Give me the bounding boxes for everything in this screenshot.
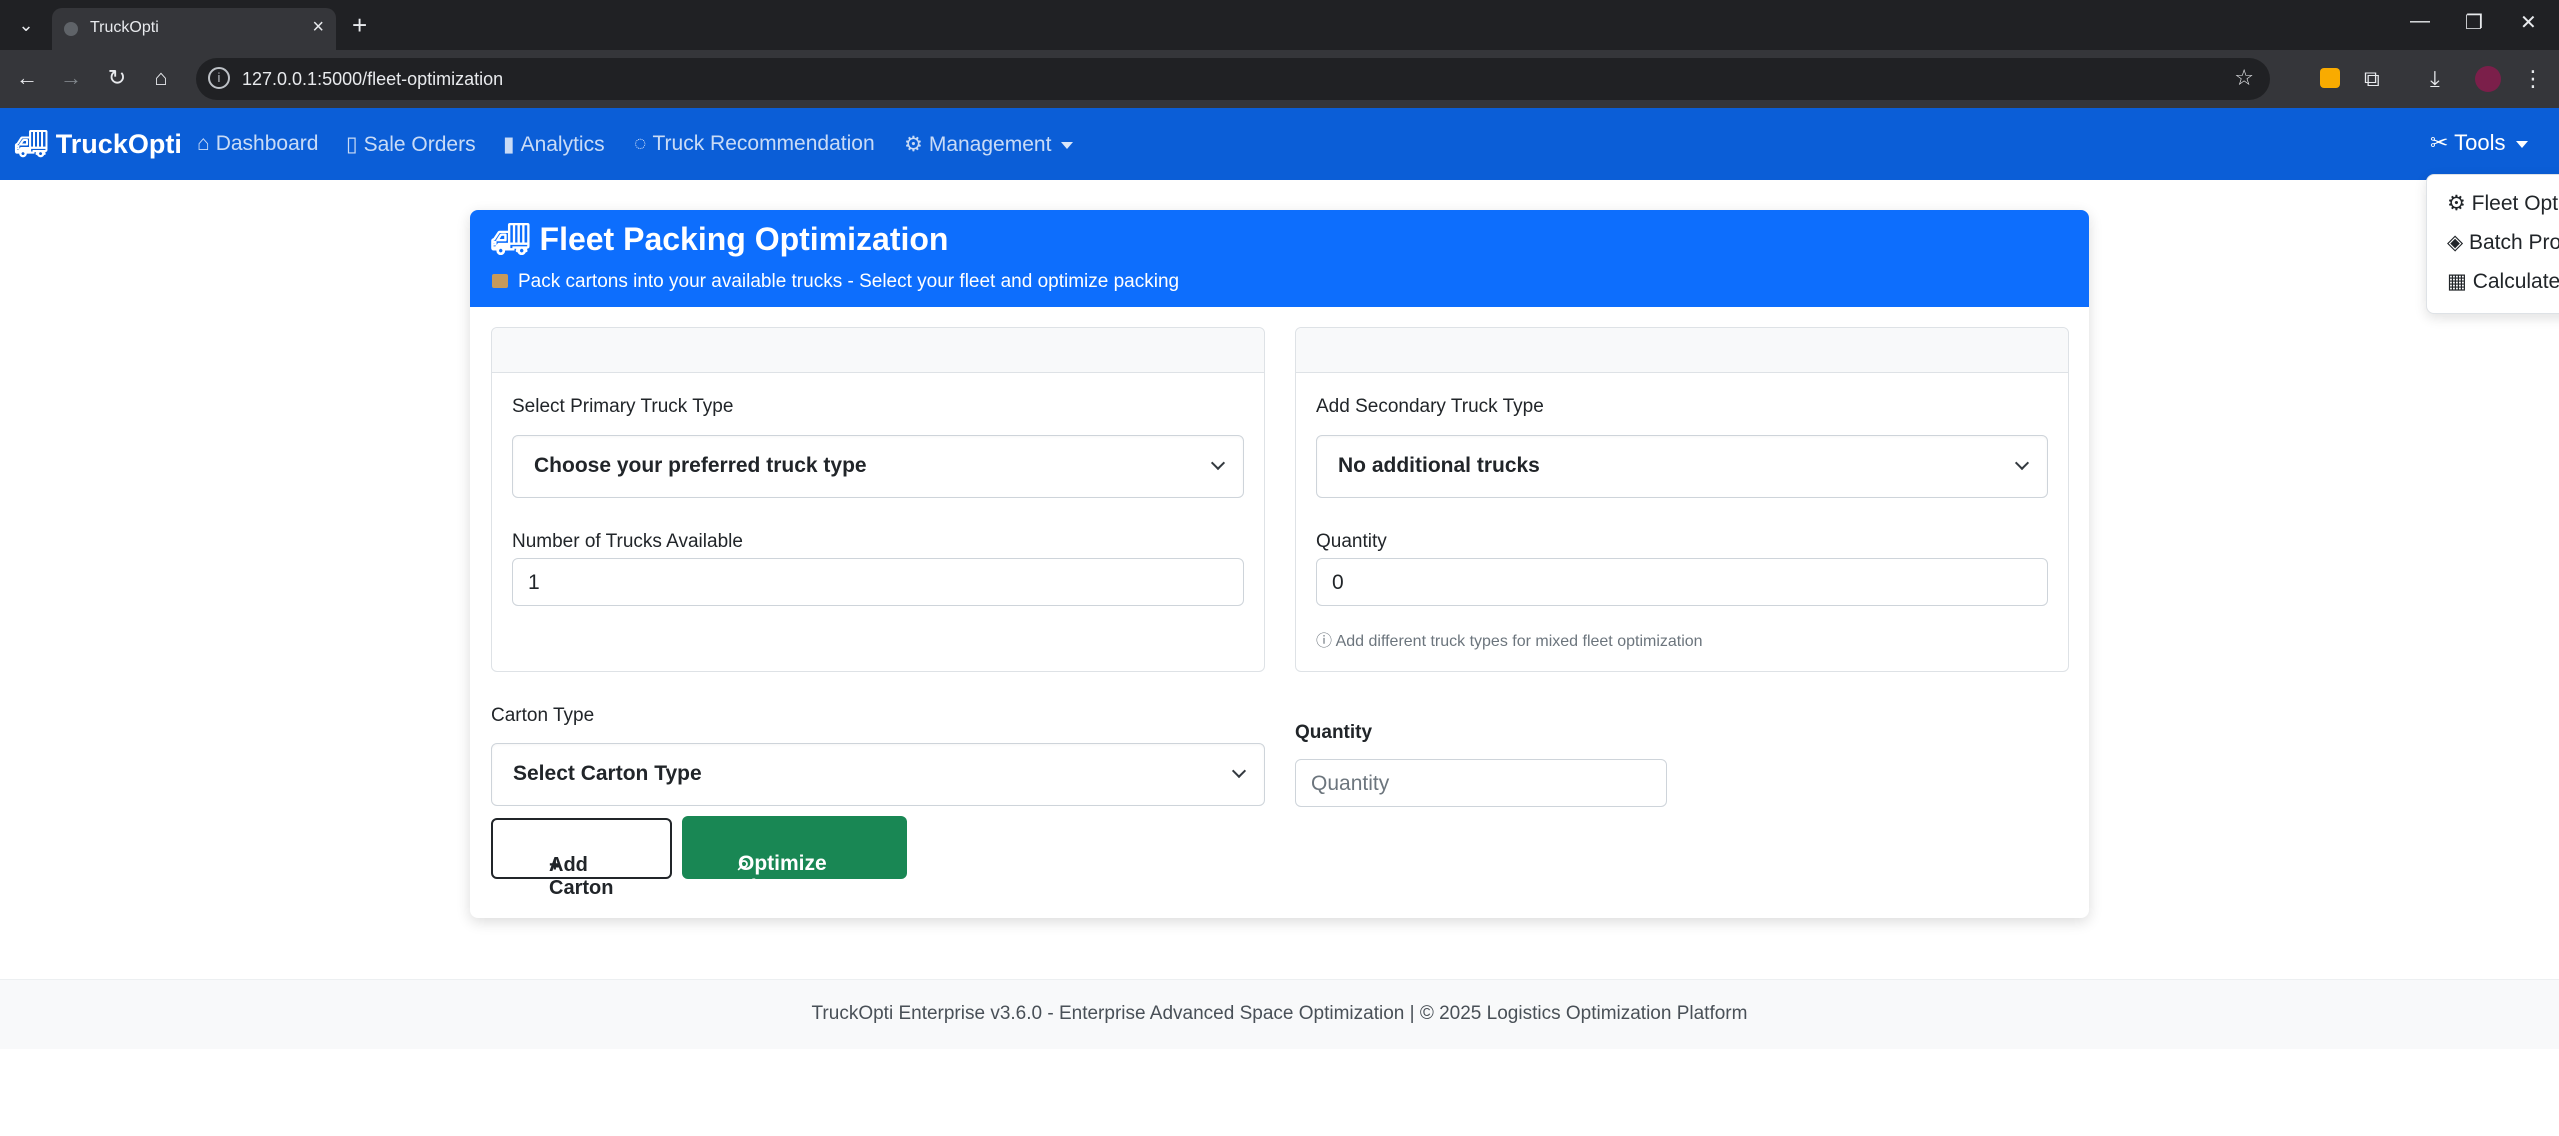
panel-header: Additional Fleet (Optional) <box>1296 328 2068 373</box>
panel-title: Fleet Configuration <box>510 339 685 360</box>
menu-item-calculate[interactable]: ▦ Calculate <box>2447 269 2559 294</box>
additional-fleet-panel: Additional Fleet (Optional) Add Secondar… <box>1295 327 2069 672</box>
fleet-configuration-panel: Fleet Configuration Select Primary Truck… <box>491 327 1265 672</box>
url-text[interactable]: 127.0.0.1:5000/fleet-optimization <box>242 69 503 90</box>
chevron-down-icon <box>2014 455 2030 471</box>
brand-name: TruckOpti <box>55 129 182 159</box>
menu-icon[interactable]: ⋮ <box>2522 66 2544 92</box>
optimize-fleet-button[interactable]: ⌕ Optimize Fleet <box>682 816 907 899</box>
nav-truck-recommendation[interactable]: ◌ Truck Recommendation <box>634 132 875 156</box>
mixed-fleet-help: ⓘ Add different truck types for mixed fl… <box>1316 633 1703 650</box>
bar-chart-icon: ▮ <box>503 133 515 156</box>
caret-down-icon <box>1061 141 1074 149</box>
reload-icon[interactable]: ↻ <box>102 65 132 91</box>
browser-toolbar: ← → ↻ ⌂ i 127.0.0.1:5000/fleet-optimizat… <box>0 50 2559 108</box>
tab-search-icon[interactable]: ⌄ <box>10 13 42 37</box>
home-icon: ⌂ <box>197 132 210 155</box>
gear-icon: ⚙ <box>2447 192 2466 215</box>
secondary-quantity-label: Quantity <box>1316 531 1387 552</box>
secondary-quantity-input[interactable]: 0 <box>1316 558 2048 606</box>
app-navbar: 🚚︎ TruckOpti ⌂ Dashboard ▯ Sale Orders ▮ An… <box>0 108 2559 180</box>
nav-analytics[interactable]: ▮ Analytics <box>503 132 605 157</box>
nav-dashboard[interactable]: ⌂ Dashboard <box>197 132 318 156</box>
site-info-icon[interactable]: i <box>208 67 230 89</box>
truck-type-label: Select Primary Truck Type <box>512 396 734 417</box>
add-carton-button[interactable]: + Add Carton <box>491 818 672 899</box>
nav-sale-orders[interactable]: ▯ Sale Orders <box>346 132 476 157</box>
truck-icon: 🚚︎ <box>14 129 49 159</box>
card-header: 🚚︎ Fleet Packing Optimization Pack carto… <box>470 210 2089 307</box>
truck-icon: 🚚︎ <box>490 221 531 257</box>
nav-management-dropdown[interactable]: ⚙ Management <box>904 132 1074 157</box>
num-trucks-input[interactable]: 1 <box>512 558 1244 606</box>
tools-icon: ✂ <box>2430 130 2449 155</box>
brand-logo[interactable]: 🚚︎ TruckOpti <box>14 128 182 160</box>
restore-icon[interactable]: ❐ <box>2465 10 2483 35</box>
bookmark-star-icon[interactable]: ☆ <box>2234 65 2254 91</box>
tab-title: TruckOpti <box>90 19 159 36</box>
minimize-icon[interactable]: — <box>2410 10 2430 33</box>
document-icon: ▯ <box>346 133 358 156</box>
page-footer: TruckOpti Enterprise v3.6.0 - Enterprise… <box>0 979 2559 1049</box>
close-tab-icon[interactable]: × <box>312 16 324 39</box>
primary-truck-type-select[interactable]: Choose your preferred truck type <box>512 435 1244 498</box>
caret-down-icon <box>2515 140 2528 148</box>
package-icon <box>492 274 508 288</box>
extensions-icon[interactable]: ⧉ <box>2364 66 2380 92</box>
lightbulb-icon: ◌ <box>634 132 647 155</box>
chevron-down-icon <box>1210 455 1226 471</box>
panel-title: Additional Fleet (Optional) <box>1314 339 1552 360</box>
favicon-icon <box>64 22 78 36</box>
calculator-icon: ▦ <box>2447 270 2467 293</box>
menu-item-batch-pro[interactable]: ◈ Batch Pro <box>2447 230 2559 255</box>
carton-type-label: Carton Type <box>491 705 595 726</box>
tools-dropdown-menu: ⚙ Fleet Opt ◈ Batch Pro ▦ Calculate <box>2426 174 2559 314</box>
gear-icon: ⚙ <box>904 133 923 156</box>
forward-icon[interactable]: → <box>56 65 86 91</box>
chevron-down-icon <box>1231 763 1247 779</box>
browser-tab[interactable]: TruckOpti × <box>52 8 336 50</box>
carton-quantity-label: Quantity <box>1295 722 1373 743</box>
menu-item-fleet-opt[interactable]: ⚙ Fleet Opt <box>2447 191 2558 216</box>
extension-icon[interactable] <box>2320 68 2340 88</box>
carton-type-select[interactable]: Select Carton Type <box>491 743 1265 806</box>
page-subtitle: Pack cartons into your available trucks … <box>492 271 1179 293</box>
download-icon[interactable]: ⤓ <box>2430 66 2440 92</box>
panel-header: Fleet Configuration <box>492 328 1264 373</box>
num-trucks-label: Number of Trucks Available <box>512 531 743 552</box>
layers-icon: ◈ <box>2447 231 2464 254</box>
secondary-truck-type-select[interactable]: No additional trucks <box>1316 435 2048 498</box>
address-bar[interactable]: i 127.0.0.1:5000/fleet-optimization ☆ <box>196 58 2270 100</box>
info-icon: ⓘ <box>1316 633 1333 650</box>
home-icon[interactable]: ⌂ <box>146 65 176 91</box>
profile-avatar[interactable] <box>2475 66 2501 92</box>
close-window-icon[interactable]: ✕ <box>2520 10 2537 35</box>
fleet-optimization-card: 🚚︎ Fleet Packing Optimization Pack carto… <box>470 210 2089 918</box>
tools-dropdown-toggle[interactable]: ✂ Tools <box>2430 130 2528 156</box>
browser-tab-bar: ⌄ TruckOpti × + — ❐ ✕ <box>0 0 2559 50</box>
carton-quantity-input[interactable]: Quantity <box>1295 759 1667 807</box>
back-icon[interactable]: ← <box>12 65 42 91</box>
footer-text: TruckOpti Enterprise v3.6.0 - Enterprise… <box>811 1003 1748 1024</box>
page-title: 🚚︎ Fleet Packing Optimization <box>490 221 949 257</box>
secondary-truck-label: Add Secondary Truck Type <box>1316 396 1544 417</box>
new-tab-icon[interactable]: + <box>352 10 367 41</box>
